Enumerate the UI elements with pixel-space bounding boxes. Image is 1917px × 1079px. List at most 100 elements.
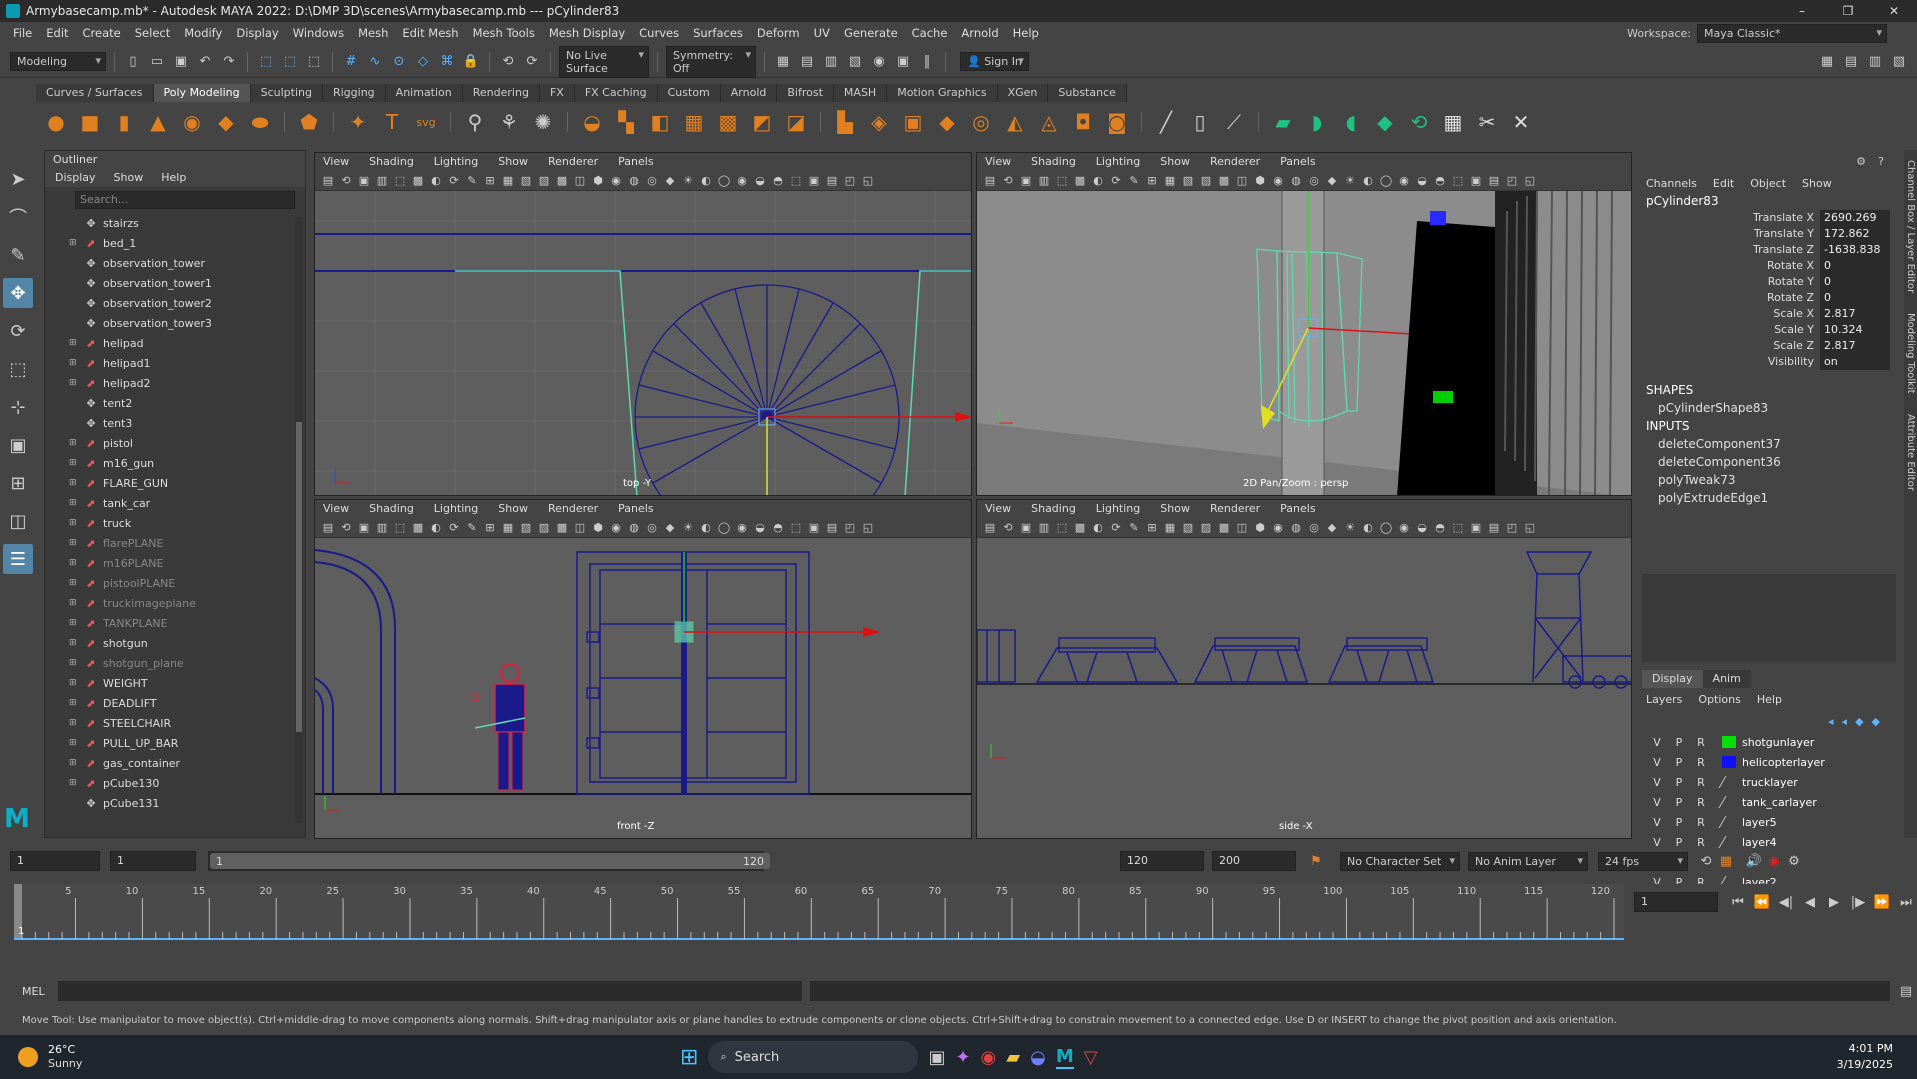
viewport-menu-show[interactable]: Show — [1160, 153, 1190, 171]
viewport-top[interactable]: View Shading Lighting Show Renderer Panels ▤ ⟲… — [314, 152, 972, 496]
layer-flag-v[interactable]: V — [1646, 776, 1668, 789]
shelf-tab-custom[interactable]: Custom — [657, 84, 721, 102]
workspace-dropdown[interactable]: Maya Classic* — [1697, 23, 1887, 43]
channel-value-field[interactable]: 172.862 — [1820, 226, 1890, 242]
layer-move-up-icon[interactable]: ◂ — [1828, 715, 1834, 728]
weather-widget[interactable]: 26°C Sunny — [48, 1043, 82, 1071]
outliner-item[interactable]: ⊞ ⬈ STEELCHAIR — [45, 713, 295, 733]
viewport-toolbar-icon[interactable]: ◐ — [1091, 174, 1105, 187]
viewport-toolbar-icon[interactable]: ▣ — [357, 521, 371, 534]
viewport-toolbar-icon[interactable]: ⟲ — [1001, 174, 1015, 187]
viewport-toolbar-icon[interactable]: ▧ — [519, 521, 533, 534]
fill-hole-icon[interactable]: ◎ — [967, 108, 995, 136]
maya-taskbar-icon[interactable]: M — [1055, 1046, 1074, 1069]
expand-toggle-icon[interactable]: ⊞ — [69, 718, 81, 728]
viewport-toolbar-icon[interactable]: ⊞ — [483, 174, 497, 187]
viewport-toolbar-icon[interactable]: ▣ — [1019, 521, 1033, 534]
viewport-toolbar-icon[interactable]: ⟲ — [339, 521, 353, 534]
close-button[interactable]: ✕ — [1871, 4, 1917, 18]
viewport-toolbar-icon[interactable]: ▩ — [555, 521, 569, 534]
outliner-item[interactable]: ⊞ ⬈ truck — [45, 513, 295, 533]
uv-spherical-icon[interactable]: ◖ — [1337, 108, 1365, 136]
viewport-toolbar-icon[interactable]: ▩ — [1073, 521, 1087, 534]
layer-row[interactable]: V P Rtrucklayer — [1642, 772, 1904, 792]
remesh-icon[interactable]: ▩ — [714, 108, 742, 136]
outliner-item[interactable]: ⊞ ⬈ shotgun — [45, 633, 295, 653]
channel-value-field[interactable]: 0 — [1820, 274, 1890, 290]
viewport-menu-shading[interactable]: Shading — [1031, 500, 1076, 518]
outliner-item[interactable]: ⊞ ⬈ FLARE_GUN — [45, 473, 295, 493]
expand-toggle-icon[interactable]: ⊞ — [69, 238, 81, 248]
expand-toggle-icon[interactable]: ⊞ — [69, 658, 81, 668]
side-tab-attribute-editor[interactable]: Attribute Editor — [1904, 414, 1917, 491]
viewport-toolbar-icon[interactable]: ◉ — [609, 174, 623, 187]
triangulate-icon[interactable]: ◙ — [1103, 108, 1131, 136]
character-set-dropdown[interactable]: No Character Set — [1340, 851, 1460, 871]
expand-toggle-icon[interactable]: ⊞ — [69, 558, 81, 568]
viewport-toolbar-icon[interactable]: ◒ — [753, 521, 767, 534]
viewport-side[interactable]: View Shading Lighting Show Renderer Panels ▤ ⟲… — [976, 499, 1632, 839]
layer-tab-anim[interactable]: Anim — [1702, 670, 1751, 688]
viewport-toolbar-icon[interactable]: ▥ — [375, 521, 389, 534]
create-layer-icon[interactable]: ◆ — [1855, 715, 1863, 728]
layer-flag-v[interactable]: V — [1646, 836, 1668, 849]
input-node[interactable]: deleteComponent36 — [1642, 454, 1904, 470]
layer-flag-r[interactable]: R — [1690, 836, 1712, 849]
playback-start-field[interactable]: 1 — [110, 851, 196, 871]
channel-row[interactable]: Rotate X 0 — [1642, 258, 1904, 274]
menu-windows[interactable]: Windows — [286, 26, 351, 40]
boolean-icon[interactable]: ▚ — [612, 108, 640, 136]
viewport-toolbar-icon[interactable]: ◫ — [573, 521, 587, 534]
smooth-mesh-icon[interactable]: ▦ — [680, 108, 708, 136]
playback-end-field[interactable]: 120 — [1120, 851, 1204, 871]
side-tab-channel-box-layer-editor[interactable]: Channel Box / Layer Editor — [1904, 160, 1917, 293]
viewport-toolbar-icon[interactable]: ▤ — [1487, 174, 1501, 187]
layer-flag-v[interactable]: V — [1646, 756, 1668, 769]
play-backward-icon[interactable]: ◀ — [1800, 892, 1820, 912]
history-icon[interactable]: ⟲ — [498, 52, 518, 72]
menu-select[interactable]: Select — [128, 26, 177, 40]
outliner-item[interactable]: ✥ tent2 — [45, 393, 295, 413]
viewport-toolbar-icon[interactable]: ◐ — [699, 174, 713, 187]
shelf-tab-sculpting[interactable]: Sculpting — [250, 84, 323, 102]
layout-single-icon[interactable]: ▣ — [3, 430, 33, 460]
outliner-item[interactable]: ✥ stairzs — [45, 213, 295, 233]
outliner-layout-icon[interactable]: ☰ — [3, 544, 33, 574]
channel-value-field[interactable]: -1638.838 — [1820, 242, 1890, 258]
outliner-item[interactable]: ⊞ ⬈ WEIGHT — [45, 673, 295, 693]
layer-flag-p[interactable]: P — [1668, 756, 1690, 769]
viewport-menu-view[interactable]: View — [985, 500, 1011, 518]
expand-toggle-icon[interactable]: ⊞ — [69, 618, 81, 628]
outliner-item[interactable]: ✥ observation_tower — [45, 253, 295, 273]
snap-surface-icon[interactable]: ⌘ — [437, 52, 457, 72]
viewport-toolbar-icon[interactable]: ◯ — [1379, 174, 1393, 187]
outliner-item[interactable]: ⊞ ⬈ truckimageplane — [45, 593, 295, 613]
viewport-toolbar-icon[interactable]: ▥ — [1037, 521, 1051, 534]
render-frame-icon[interactable]: ▤ — [797, 52, 817, 72]
menu-edit[interactable]: Edit — [39, 26, 75, 40]
viewport-menu-panels[interactable]: Panels — [1280, 500, 1315, 518]
rotate-tool-icon[interactable]: ⟳ — [3, 316, 33, 346]
viewport-toolbar-icon[interactable]: ▦ — [1163, 174, 1177, 187]
viewport-toolbar-icon[interactable]: ◒ — [1415, 174, 1429, 187]
retopo-icon[interactable]: ◩ — [748, 108, 776, 136]
viewport-toolbar-icon[interactable]: ◓ — [1433, 521, 1447, 534]
uv-cylindrical-icon[interactable]: ◗ — [1303, 108, 1331, 136]
viewport-toolbar-icon[interactable]: ☀ — [681, 521, 695, 534]
layer-color-swatch[interactable] — [1718, 776, 1740, 788]
layer-menu-options[interactable]: Options — [1698, 690, 1740, 710]
viewport-toolbar-icon[interactable]: ⬚ — [393, 174, 407, 187]
shelf-tab-animation[interactable]: Animation — [385, 84, 463, 102]
smooth-icon[interactable]: ⚲ — [461, 108, 489, 136]
viewport-toolbar-icon[interactable]: ▦ — [1163, 521, 1177, 534]
viewport-toolbar-icon[interactable]: ▨ — [1199, 521, 1213, 534]
viewport-toolbar-icon[interactable]: ◯ — [717, 174, 731, 187]
layer-flag-r[interactable]: R — [1690, 816, 1712, 829]
viewport-toolbar-icon[interactable]: ▨ — [537, 174, 551, 187]
viewport-menu-lighting[interactable]: Lighting — [1096, 153, 1140, 171]
viewport-toolbar-icon[interactable]: ◉ — [1397, 521, 1411, 534]
viewport-toolbar-icon[interactable]: ⬚ — [1451, 174, 1465, 187]
viewport-toolbar-icon[interactable]: ☀ — [1343, 521, 1357, 534]
current-frame-field[interactable]: 1 — [1634, 892, 1718, 912]
construction-icon[interactable]: ⟳ — [522, 52, 542, 72]
